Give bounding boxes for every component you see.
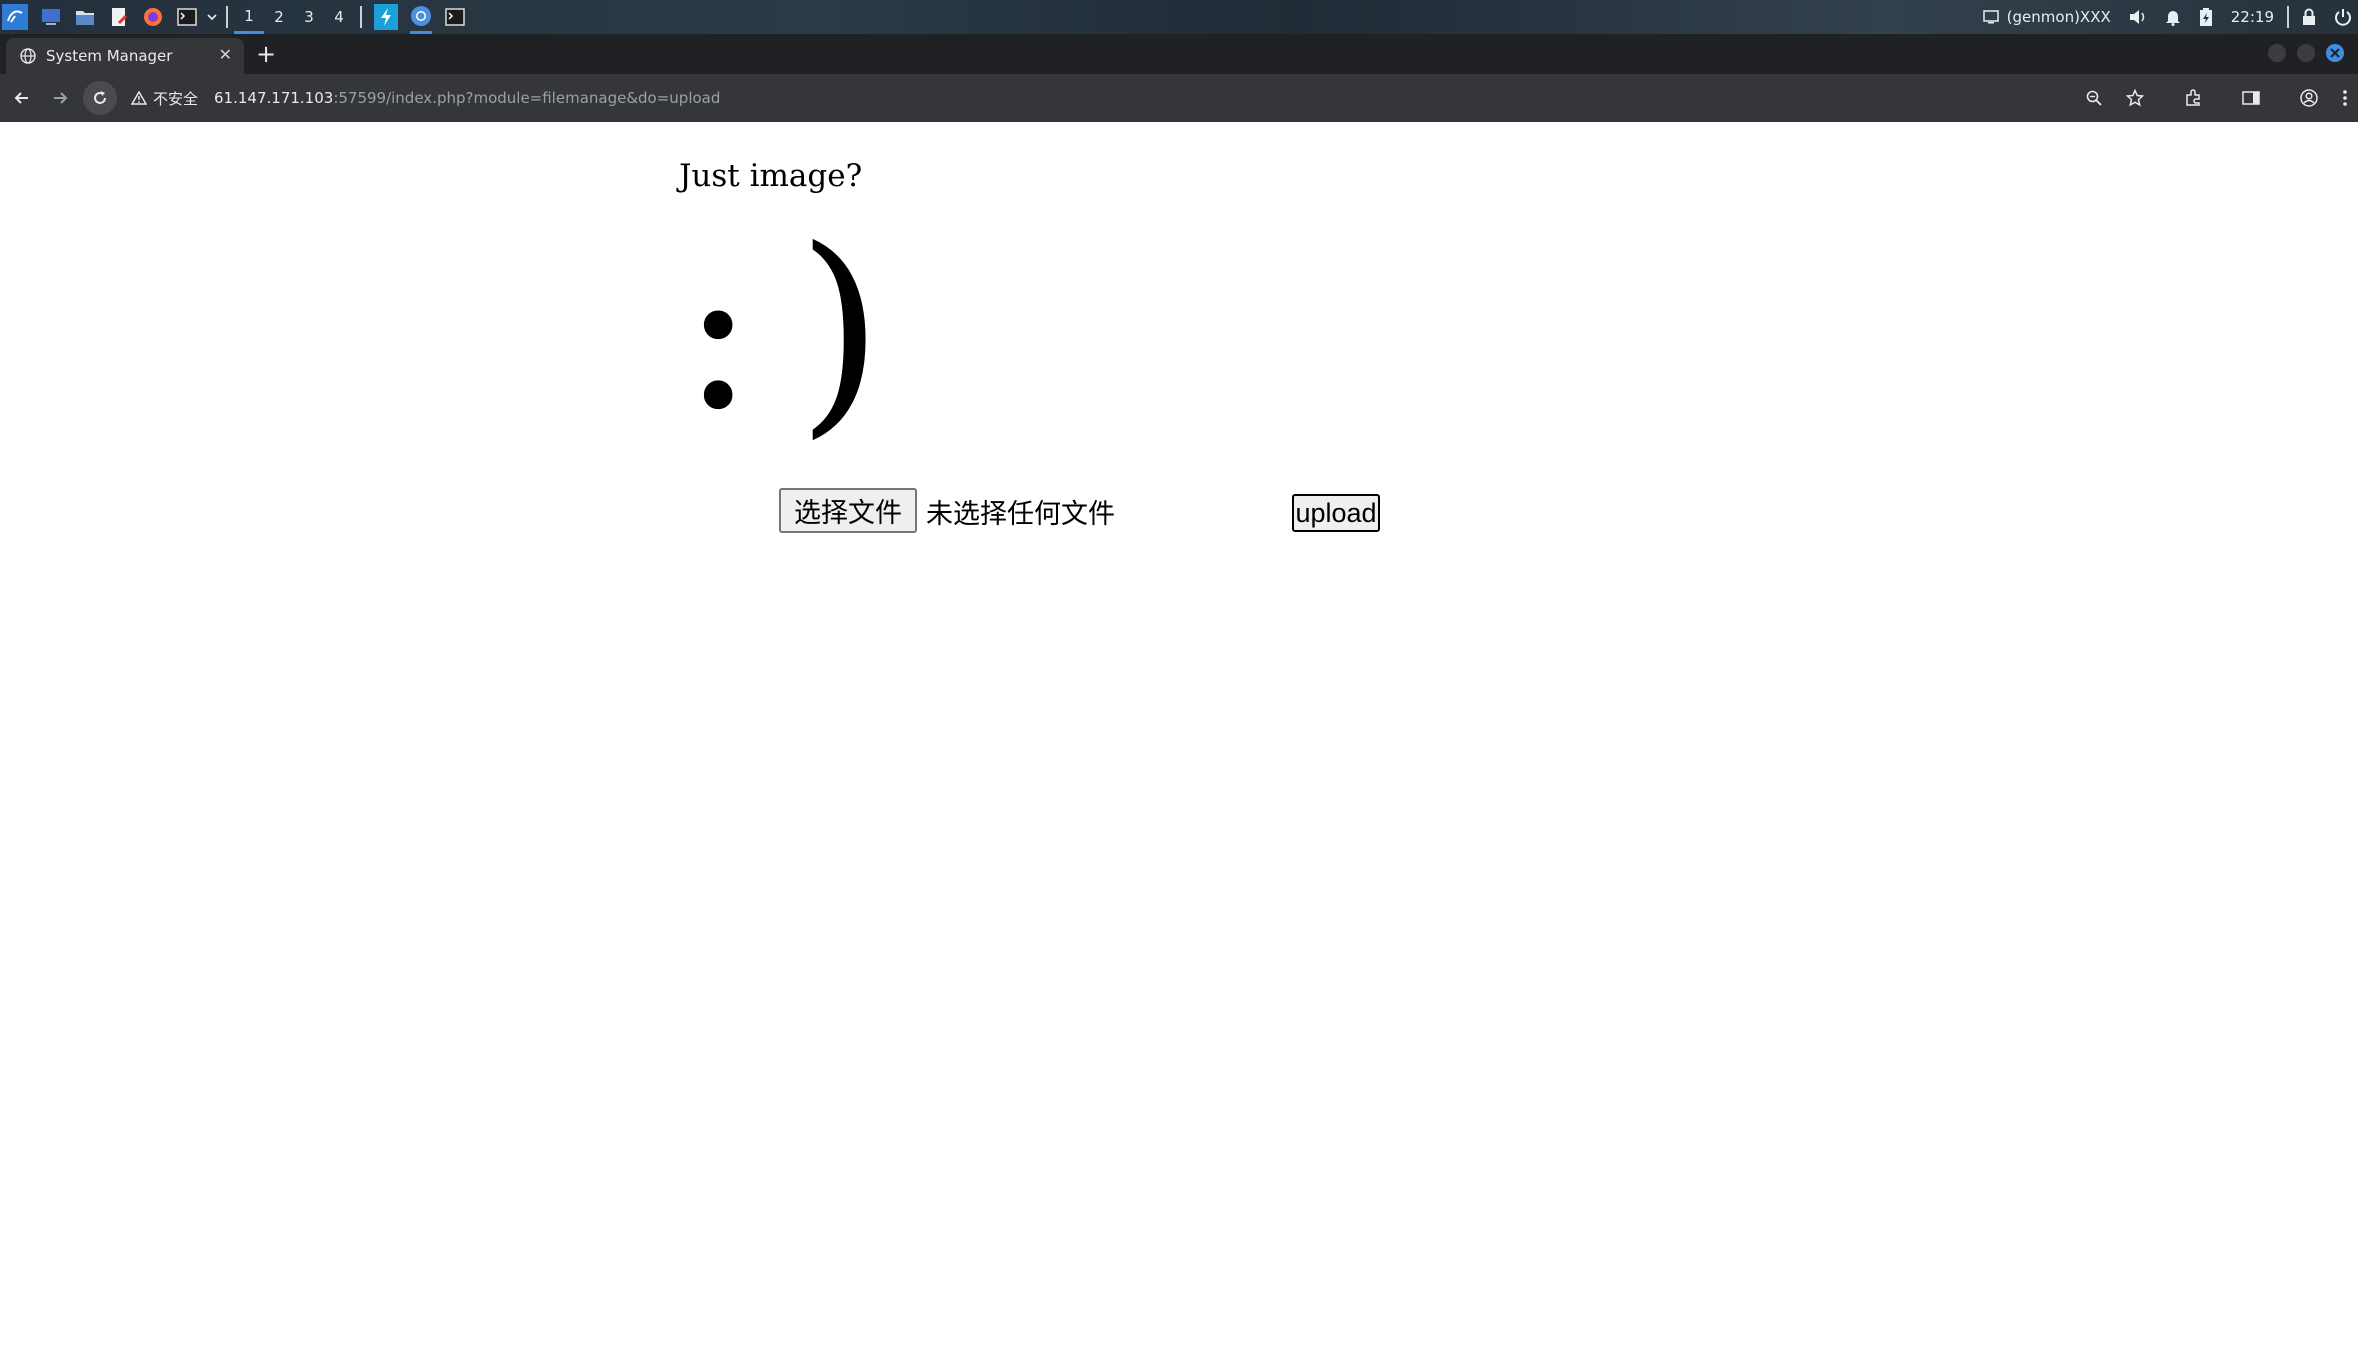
url-field[interactable]: 61.147.171.103:57599/index.php?module=fi… — [214, 89, 720, 107]
close-tab-icon[interactable]: ✕ — [219, 45, 232, 64]
arrow-right-icon — [54, 92, 68, 104]
workspace-1[interactable]: 1 — [234, 0, 264, 34]
profile-avatar-icon[interactable] — [2300, 89, 2318, 107]
upload-button[interactable]: upload — [1292, 494, 1380, 532]
page-heading: Just image? — [679, 158, 863, 194]
tab-system-manager[interactable]: System Manager ✕ — [6, 38, 244, 74]
terminal-window-icon[interactable] — [444, 6, 466, 28]
tab-title: System Manager — [46, 47, 173, 65]
text-editor-icon[interactable] — [108, 6, 130, 28]
reload-button[interactable] — [83, 81, 117, 115]
terminal-icon[interactable] — [176, 6, 198, 28]
new-tab-button[interactable]: + — [256, 40, 276, 68]
volume-icon[interactable] — [2129, 9, 2147, 25]
arrow-left-icon — [14, 92, 28, 104]
desktop-icon[interactable] — [40, 6, 62, 28]
globe-icon — [20, 48, 36, 64]
extensions-icon[interactable] — [2184, 89, 2202, 107]
maximize-window-button[interactable] — [2297, 44, 2315, 62]
more-menu-icon[interactable] — [2342, 89, 2348, 107]
forward-button[interactable] — [47, 85, 73, 111]
power-icon[interactable] — [2334, 8, 2352, 26]
close-icon — [2330, 48, 2340, 58]
side-panel-icon[interactable] — [2242, 90, 2260, 106]
bookmark-star-icon[interactable] — [2126, 89, 2144, 107]
minimize-window-button[interactable] — [2268, 44, 2286, 62]
battery-icon[interactable] — [2199, 7, 2213, 27]
choose-file-button[interactable]: 选择文件 — [779, 488, 917, 533]
file-status-text: 未选择任何文件 — [926, 499, 1115, 530]
os-taskbar: 1 2 3 4 (genmon)XXX 22:19 — [0, 0, 2358, 34]
genmon-label: (genmon)XXX — [2006, 8, 2111, 26]
notification-bell-icon[interactable] — [2165, 8, 2181, 26]
security-label: 不安全 — [153, 89, 199, 108]
system-tray: (genmon)XXX 22:19 — [1974, 0, 2358, 34]
smiley-text: :) — [681, 202, 925, 458]
workspace-2[interactable]: 2 — [264, 0, 294, 34]
kali-menu-icon[interactable] — [2, 4, 28, 30]
clock[interactable]: 22:19 — [2231, 8, 2274, 26]
monitor-icon — [1982, 10, 1999, 24]
warning-icon — [131, 91, 147, 105]
reload-icon — [94, 91, 106, 104]
url-path: :57599/index.php?module=filemanage&do=up… — [333, 89, 721, 107]
taskbar-separator — [226, 6, 228, 28]
web-page: Just image? :) 选择文件 未选择任何文件 upload — [0, 122, 2358, 1360]
genmon-widget[interactable]: (genmon)XXX — [1982, 8, 2111, 26]
lock-icon[interactable] — [2302, 8, 2316, 26]
security-indicator[interactable]: 不安全 — [131, 88, 198, 109]
toolbar-actions — [2074, 74, 2358, 122]
url-host: 61.147.171.103 — [214, 89, 334, 107]
zoom-icon[interactable] — [2086, 90, 2102, 106]
close-window-button[interactable] — [2326, 44, 2344, 62]
taskbar-separator — [360, 6, 362, 28]
file-manager-icon[interactable] — [74, 6, 96, 28]
chevron-down-icon[interactable] — [206, 6, 218, 28]
tray-separator — [2287, 6, 2289, 28]
browser-tab-strip: System Manager ✕ + — [0, 34, 2358, 74]
burp-suite-icon[interactable] — [374, 4, 398, 30]
browser-toolbar: 不安全 61.147.171.103:57599/index.php?modul… — [0, 74, 2358, 122]
workspace-3[interactable]: 3 — [294, 0, 324, 34]
workspace-4[interactable]: 4 — [324, 0, 354, 34]
back-button[interactable] — [9, 85, 35, 111]
taskbar-launchers: 1 2 3 4 — [0, 0, 472, 34]
firefox-icon[interactable] — [142, 6, 164, 28]
chromium-icon[interactable] — [410, 1, 432, 34]
